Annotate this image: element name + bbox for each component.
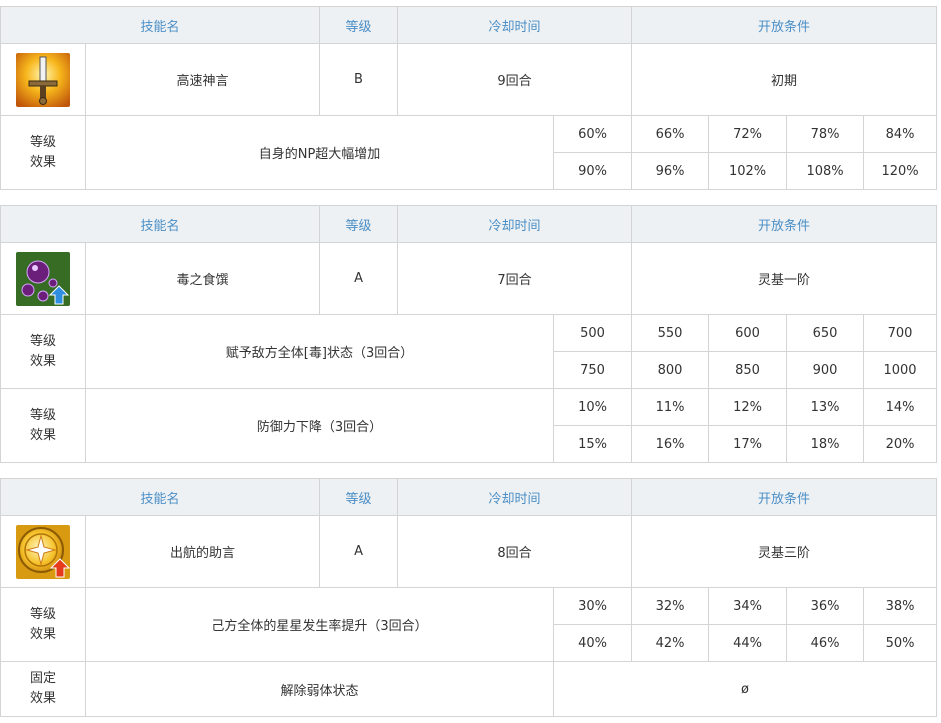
skill-icon-cell	[0, 43, 86, 116]
sword-buff-icon	[16, 52, 70, 107]
effect-value-lv2: 11%	[631, 388, 710, 426]
effect-value-lv7: 800	[631, 351, 710, 389]
table-header-row: 技能名 等级 冷却时间 开放条件	[0, 478, 938, 516]
skill-rank: A	[319, 515, 399, 588]
effect-value-lv4: 78%	[786, 115, 865, 153]
effect-value-lv3: 72%	[708, 115, 788, 153]
effect-description: 己方全体的星星发生率提升（3回合）	[84, 587, 555, 662]
table-header-row: 技能名 等级 冷却时间 开放条件	[0, 6, 938, 44]
effect-label: 等级 效果	[0, 388, 86, 463]
effect-value-lv3: 600	[708, 314, 788, 352]
skill-table-2: 技能名 等级 冷却时间 开放条件 毒之食馔 A 7回合 灵基一阶 等级 效果 赋…	[0, 205, 938, 463]
table-header-row: 技能名 等级 冷却时间 开放条件	[0, 205, 938, 243]
effect-values-row: 等级 效果 己方全体的星星发生率提升（3回合） 30% 32% 34% 36% 3…	[0, 587, 938, 662]
effect-value-lv7: 42%	[631, 624, 710, 662]
skill-unlock: 灵基一阶	[631, 242, 938, 315]
effect-value-lv7: 16%	[631, 425, 710, 463]
skill-unlock: 初期	[631, 43, 938, 116]
effect-label: 等级 效果	[0, 587, 86, 662]
effect-value-lv2: 66%	[631, 115, 710, 153]
effect-value-lv8: 850	[708, 351, 788, 389]
fixed-effect-description: 解除弱体状态	[84, 661, 555, 717]
skill-rank: A	[319, 242, 399, 315]
effect-value-lv10: 1000	[863, 351, 938, 389]
effect-value-lv9: 900	[786, 351, 865, 389]
skill-cooldown: 8回合	[397, 515, 633, 588]
skill-info-row: 高速神言 B 9回合 初期	[0, 43, 938, 116]
effect-value-lv6: 750	[553, 351, 633, 389]
effect-value-lv9: 18%	[786, 425, 865, 463]
effect-value-lv9: 108%	[786, 152, 865, 190]
effect-values-row: 等级 效果 赋予敌方全体[毒]状态（3回合） 500 550 600 650 70…	[0, 314, 938, 389]
effect-value-lv1: 500	[553, 314, 633, 352]
effect-values-row: 等级 效果 自身的NP超大幅增加 60% 66% 72% 78% 84%	[0, 115, 938, 190]
header-skill-name: 技能名	[0, 6, 321, 44]
effect-value-lv1: 10%	[553, 388, 633, 426]
skill-name: 毒之食馔	[84, 242, 321, 315]
effect-value-lv2: 32%	[631, 587, 710, 625]
skill-cooldown: 7回合	[397, 242, 633, 315]
skill-cooldown: 9回合	[397, 43, 633, 116]
fixed-effect-value: ø	[553, 661, 938, 717]
header-rank: 等级	[319, 478, 399, 516]
effect-value-lv2: 550	[631, 314, 710, 352]
effect-value-lv10: 50%	[863, 624, 938, 662]
effect-value-lv1: 30%	[553, 587, 633, 625]
effect-description: 自身的NP超大幅增加	[84, 115, 555, 190]
effect-value-lv5: 700	[863, 314, 938, 352]
effect-values-row: 等级 效果 防御力下降（3回合） 10% 11% 12% 13% 14%	[0, 388, 938, 463]
header-rank: 等级	[319, 6, 399, 44]
skill-info-row: 出航的助言 A 8回合 灵基三阶	[0, 515, 938, 588]
effect-value-lv8: 17%	[708, 425, 788, 463]
header-skill-name: 技能名	[0, 478, 321, 516]
skill-unlock: 灵基三阶	[631, 515, 938, 588]
header-cooldown: 冷却时间	[397, 478, 633, 516]
header-unlock: 开放条件	[631, 205, 938, 243]
poison-orbs-icon	[16, 251, 70, 306]
skill-table-1: 技能名 等级 冷却时间 开放条件 高速神言 B 9回合 初期 等级 效果 自身的…	[0, 6, 938, 190]
effect-value-lv3: 34%	[708, 587, 788, 625]
effect-value-lv8: 102%	[708, 152, 788, 190]
skill-info-row: 毒之食馔 A 7回合 灵基一阶	[0, 242, 938, 315]
header-skill-name: 技能名	[0, 205, 321, 243]
effect-value-lv8: 44%	[708, 624, 788, 662]
fixed-effect-row: 固定 效果 解除弱体状态 ø	[0, 661, 938, 717]
effect-value-lv6: 15%	[553, 425, 633, 463]
effect-value-lv4: 650	[786, 314, 865, 352]
star-compass-icon	[16, 524, 70, 579]
effect-label: 等级 效果	[0, 314, 86, 389]
effect-value-lv4: 13%	[786, 388, 865, 426]
effect-description: 防御力下降（3回合）	[84, 388, 555, 463]
effect-value-lv5: 38%	[863, 587, 938, 625]
effect-value-lv10: 120%	[863, 152, 938, 190]
effect-value-lv6: 90%	[553, 152, 633, 190]
skill-rank: B	[319, 43, 399, 116]
skill-name: 出航的助言	[84, 515, 321, 588]
header-rank: 等级	[319, 205, 399, 243]
skill-icon-cell	[0, 242, 86, 315]
effect-description: 赋予敌方全体[毒]状态（3回合）	[84, 314, 555, 389]
effect-value-lv7: 96%	[631, 152, 710, 190]
skill-name: 高速神言	[84, 43, 321, 116]
effect-value-lv9: 46%	[786, 624, 865, 662]
skill-icon-cell	[0, 515, 86, 588]
header-unlock: 开放条件	[631, 6, 938, 44]
header-cooldown: 冷却时间	[397, 6, 633, 44]
fixed-effect-label: 固定 效果	[0, 661, 86, 717]
header-unlock: 开放条件	[631, 478, 938, 516]
effect-label: 等级 效果	[0, 115, 86, 190]
effect-value-lv5: 84%	[863, 115, 938, 153]
effect-value-lv4: 36%	[786, 587, 865, 625]
effect-value-lv1: 60%	[553, 115, 633, 153]
effect-value-lv6: 40%	[553, 624, 633, 662]
header-cooldown: 冷却时间	[397, 205, 633, 243]
effect-value-lv10: 20%	[863, 425, 938, 463]
effect-value-lv3: 12%	[708, 388, 788, 426]
skill-table-3: 技能名 等级 冷却时间 开放条件 出航的助言 A 8回合 灵基三阶 等级 效果 …	[0, 478, 938, 717]
effect-value-lv5: 14%	[863, 388, 938, 426]
